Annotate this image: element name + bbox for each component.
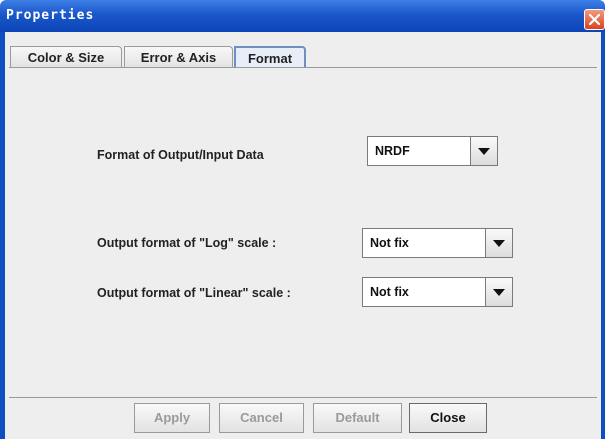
close-button-label: Close [430, 410, 466, 425]
window-title: Properties [6, 8, 95, 23]
linear-scale-select[interactable]: Not fix [362, 277, 513, 307]
tab-color-size[interactable]: Color & Size [10, 46, 122, 67]
tab-label: Color & Size [27, 50, 105, 65]
default-button[interactable]: Default [313, 403, 402, 433]
tab-bar: Color & Size Error & Axis Format [5, 40, 601, 67]
io-format-label: Format of Output/Input Data [97, 148, 264, 162]
log-scale-value: Not fix [370, 236, 409, 250]
properties-dialog: Properties Color & Size Error & Axis For… [0, 0, 605, 439]
io-format-value: NRDF [375, 144, 410, 158]
dropdown-button[interactable] [485, 229, 512, 257]
linear-scale-value: Not fix [370, 285, 409, 299]
chevron-down-icon [493, 240, 505, 247]
close-icon [589, 14, 600, 25]
close-window-button[interactable] [584, 9, 605, 30]
title-bar[interactable]: Properties [0, 0, 605, 32]
dropdown-button[interactable] [485, 278, 512, 306]
apply-button-label: Apply [153, 410, 191, 425]
log-scale-select[interactable]: Not fix [362, 228, 513, 258]
cancel-button-label: Cancel [240, 410, 283, 425]
default-button-label: Default [335, 410, 380, 425]
io-format-select[interactable]: NRDF [367, 136, 498, 166]
tab-error-axis[interactable]: Error & Axis [124, 46, 233, 67]
close-button[interactable]: Close [409, 403, 487, 433]
dropdown-button[interactable] [470, 137, 497, 165]
tab-label: Error & Axis [140, 50, 217, 65]
chevron-down-icon [478, 148, 490, 155]
linear-scale-label: Output format of "Linear" scale : [97, 286, 291, 300]
chevron-down-icon [493, 289, 505, 296]
tab-format[interactable]: Format [234, 46, 306, 67]
apply-button[interactable]: Apply [134, 403, 210, 433]
log-scale-label: Output format of "Log" scale : [97, 236, 277, 250]
tab-label: Format [247, 51, 293, 66]
cancel-button[interactable]: Cancel [219, 403, 304, 433]
